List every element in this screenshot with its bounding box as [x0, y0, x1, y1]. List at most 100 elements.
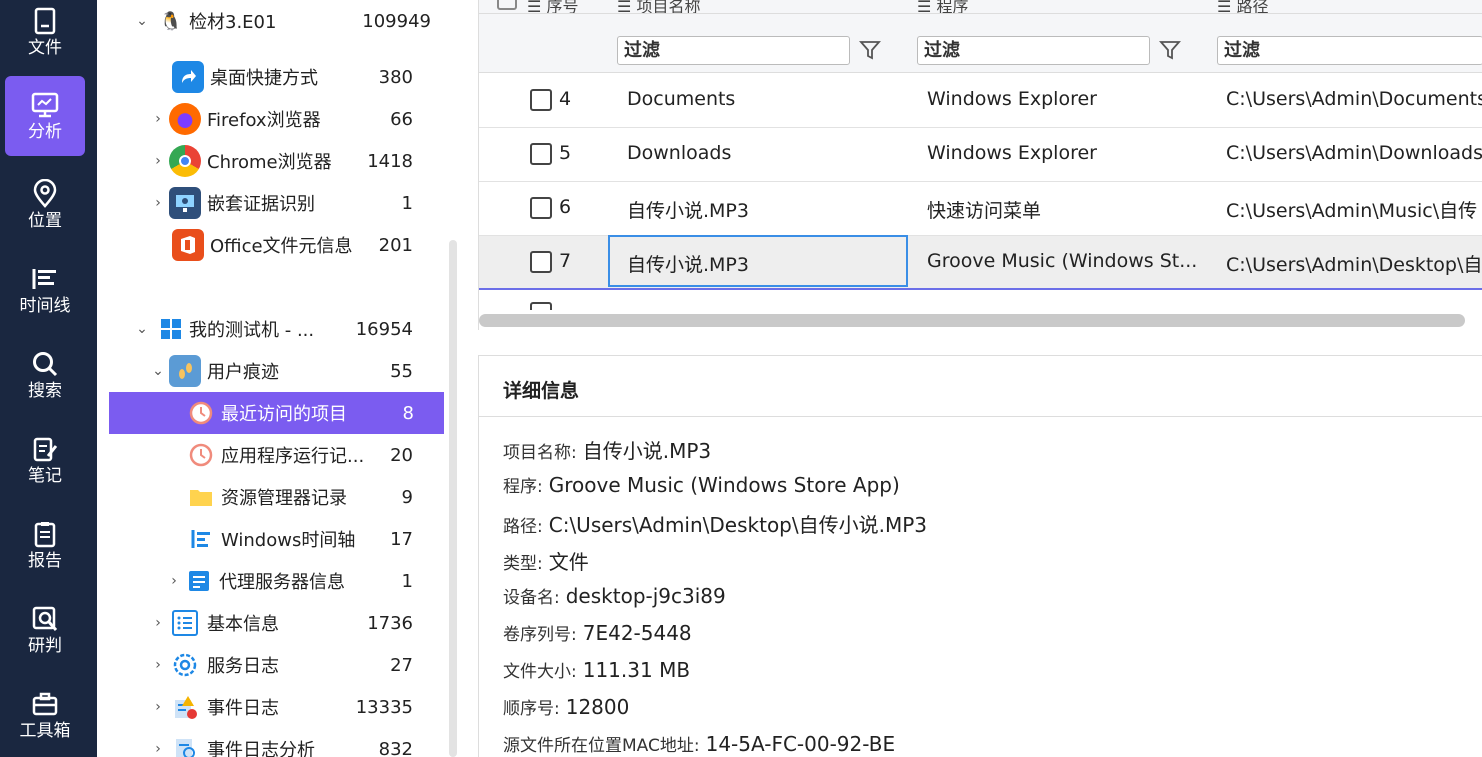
chevron-right-icon[interactable]: ›: [147, 741, 169, 757]
row-checkbox[interactable]: [530, 143, 552, 165]
tree-node-label: 检材3.E01: [189, 12, 277, 33]
row-checkbox[interactable]: [530, 251, 552, 273]
chevron-right-icon[interactable]: ›: [147, 111, 169, 127]
col-header-label: 序号: [546, 0, 579, 14]
tree-node-label: Office文件元信息: [210, 236, 353, 257]
nav-search-label: 搜索: [28, 381, 62, 401]
detail-value: 14-5A-FC-00-92-BE: [705, 732, 896, 756]
tree-node-evidence3[interactable]: ⌄ 🐧 检材3.E01 109949: [131, 0, 431, 42]
grid-header: ☰ 序号 ☰ 项目名称 ☰ 程序 ☰ 路径: [479, 0, 1482, 14]
filter-name-input[interactable]: 过滤: [617, 36, 850, 65]
tree-node-explorer-records[interactable]: 资源管理器记录 9: [187, 476, 413, 518]
tree-node-label: Chrome浏览器: [207, 152, 332, 173]
proxy-icon: [185, 567, 213, 595]
nav-judge[interactable]: 研判: [5, 590, 85, 670]
analysis-icon: [32, 606, 58, 631]
chevron-down-icon[interactable]: ⌄: [131, 321, 153, 337]
detail-field: 文件大小: 111.31 MB: [503, 657, 690, 682]
tree-node-user-traces[interactable]: ⌄ 用户痕迹 55: [147, 350, 413, 392]
tree-node-count: 66: [390, 108, 413, 130]
tree-node-office[interactable]: Office文件元信息 201: [172, 224, 413, 266]
location-icon: [33, 179, 57, 208]
nav-toolbox[interactable]: 工具箱: [5, 675, 85, 755]
data-grid: ☰ 序号 ☰ 项目名称 ☰ 程序 ☰ 路径 过滤 过滤 过滤 4 Documen…: [478, 0, 1482, 330]
tree-node-recent-items[interactable]: 最近访问的项目 8: [109, 392, 444, 434]
row-num: 5: [559, 142, 572, 164]
tree-node-nested-evidence[interactable]: › 嵌套证据识别 1: [147, 182, 413, 224]
tree-node-service-log[interactable]: › 服务日志 27: [147, 644, 413, 686]
tree-node-basic-info[interactable]: › 基本信息 1736: [147, 602, 413, 644]
table-row-partial[interactable]: [479, 292, 1482, 310]
tree-node-windows-timeline[interactable]: Windows时间轴 17: [187, 518, 413, 560]
table-row[interactable]: 5 Downloads Windows Explorer C:\Users\Ad…: [479, 128, 1482, 182]
tree-node-desktop-shortcut[interactable]: 桌面快捷方式 380: [172, 56, 413, 98]
file-icon: [34, 7, 56, 35]
office-icon: [172, 229, 204, 261]
tree-node-event-analysis[interactable]: › 事件日志分析 832: [147, 728, 413, 757]
table-row[interactable]: 4 Documents Windows Explorer C:\Users\Ad…: [479, 74, 1482, 128]
chevron-right-icon[interactable]: ›: [163, 573, 185, 589]
tree-node-chrome[interactable]: › Chrome浏览器 1418: [147, 140, 413, 182]
tree-node-test-machine[interactable]: ⌄ 我的测试机 - ... 16954: [131, 308, 413, 350]
timeline-list-icon: [187, 525, 215, 553]
row-checkbox[interactable]: [530, 197, 552, 219]
row-program: 快速访问菜单: [927, 200, 1042, 222]
nav-timeline[interactable]: 时间线: [5, 250, 85, 330]
row-checkbox[interactable]: [530, 302, 552, 310]
col-header-num[interactable]: ☰ 序号: [527, 0, 579, 14]
list-icon: [169, 607, 201, 639]
tree-node-label: 用户痕迹: [207, 362, 279, 383]
detail-field: 设备名: desktop-j9c3i89: [503, 583, 726, 608]
report-icon: [34, 522, 56, 548]
select-all-checkbox[interactable]: [497, 0, 517, 10]
nav-file[interactable]: 文件: [5, 0, 85, 64]
nav-search[interactable]: 搜索: [5, 335, 85, 415]
filter-program-input[interactable]: 过滤: [917, 36, 1150, 65]
chevron-down-icon[interactable]: ⌄: [131, 13, 153, 29]
row-name: 自传小说.MP3: [627, 200, 749, 222]
tree-node-firefox[interactable]: › Firefox浏览器 66: [147, 98, 413, 140]
detail-field: 源文件所在位置MAC地址: 14-5A-FC-00-92-BE: [503, 731, 895, 756]
detail-divider: [479, 416, 1482, 417]
detail-field: 顺序号: 12800: [503, 694, 629, 719]
chevron-right-icon[interactable]: ›: [147, 615, 169, 631]
tree-node-count: 1: [401, 570, 413, 592]
col-header-name[interactable]: ☰ 项目名称: [617, 0, 700, 13]
timeline-icon: [32, 269, 56, 289]
horizontal-scrollbar[interactable]: [479, 314, 1465, 327]
filter-funnel-icon[interactable]: [1158, 38, 1182, 62]
col-header-program[interactable]: ☰ 程序: [917, 0, 968, 13]
nav-notes[interactable]: 笔记: [5, 420, 85, 500]
table-row[interactable]: 6 自传小说.MP3 快速访问菜单 C:\Users\Admin\Music\自…: [479, 182, 1482, 236]
folder-icon: [187, 483, 215, 511]
linux-icon: 🐧: [159, 10, 183, 32]
detail-value: C:\Users\Admin\Desktop\自传小说.MP3: [548, 513, 928, 537]
search-icon: [33, 352, 58, 377]
chevron-right-icon[interactable]: ›: [147, 657, 169, 673]
evidence-tree: ⌄ 🐧 检材3.E01 109949 桌面快捷方式 380 › Firefox浏…: [97, 0, 462, 757]
tree-node-count: 8: [402, 402, 414, 424]
filter-path-input[interactable]: 过滤: [1217, 36, 1482, 65]
tree-node-app-run-records[interactable]: 应用程序运行记... 20: [187, 434, 413, 476]
detail-field: 程序: Groove Music (Windows Store App): [503, 472, 900, 497]
tree-node-count: 832: [378, 738, 413, 757]
nav-analysis[interactable]: 分析: [5, 76, 85, 156]
chevron-right-icon[interactable]: ›: [147, 195, 169, 211]
nav-toolbox-label: 工具箱: [19, 721, 71, 741]
tree-node-label: Firefox浏览器: [207, 110, 321, 131]
row-program: Windows Explorer: [927, 142, 1097, 164]
tree-scrollbar[interactable]: [449, 240, 457, 757]
chevron-right-icon[interactable]: ›: [147, 699, 169, 715]
nav-location[interactable]: 位置: [5, 165, 85, 245]
chevron-right-icon[interactable]: ›: [147, 153, 169, 169]
nav-analysis-label: 分析: [28, 122, 62, 142]
tree-node-proxy[interactable]: › 代理服务器信息 1: [163, 560, 413, 602]
clock-icon: [187, 399, 215, 427]
tree-node-event-log[interactable]: › 事件日志 13335: [147, 686, 413, 728]
row-checkbox[interactable]: [530, 89, 552, 111]
filter-funnel-icon[interactable]: [858, 38, 882, 62]
nav-report[interactable]: 报告: [5, 505, 85, 585]
tree-node-label: 事件日志分析: [207, 740, 315, 757]
chevron-down-icon[interactable]: ⌄: [147, 363, 169, 379]
col-header-path[interactable]: ☰ 路径: [1217, 0, 1268, 13]
